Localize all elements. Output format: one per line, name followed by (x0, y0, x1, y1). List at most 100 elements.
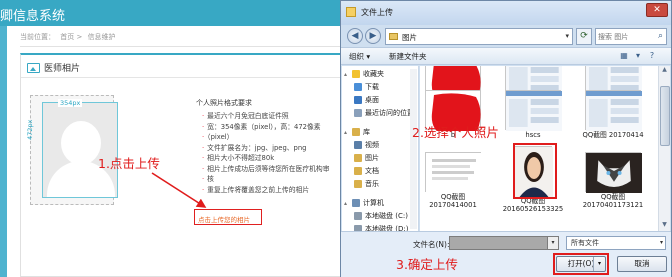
forward-button[interactable]: ▶ (365, 28, 381, 44)
chevron-down-icon[interactable]: ▾ (633, 51, 643, 61)
address-bar[interactable]: 图片 ▾ (385, 28, 573, 45)
step3-annotation: 3.确定上传 (396, 257, 458, 272)
file-item[interactable]: QQ截图 20170414001 (422, 152, 484, 209)
file-item[interactable]: QQ截图 20170414 (582, 90, 644, 139)
sidebar-item[interactable]: 音乐 (354, 178, 379, 190)
collapse-caret-icon[interactable]: ▴ (344, 129, 352, 136)
open-button-label: 打开(O) (567, 259, 595, 268)
chevron-down-icon[interactable]: ▾ (565, 32, 569, 40)
navigation-pane-scrollbar[interactable] (410, 69, 417, 229)
guide-item: 宽：354像素（pixel），高：472像素 (202, 122, 347, 133)
navigation-pane: ▴ 收藏夹 下载 桌面 最近访问的位置 ▴ 库视频 图片 文档 音乐 ▴ 计算机 本地磁盘 (C:) 本地… (342, 66, 419, 231)
dialog-titlebar[interactable]: 文件上传 ✕ (341, 1, 671, 25)
upload-photo-link[interactable]: 点击上传您的相片 (198, 214, 250, 224)
folder-icon (346, 7, 356, 17)
sidebar-item-label: 本地磁盘 (C:) (365, 212, 408, 220)
screenshot-thumbnail-icon (586, 91, 642, 131)
screenshot-thumbnail-icon (506, 91, 562, 131)
sidebar-item-label: 库 (363, 128, 370, 136)
sidebar-item[interactable]: ▴ 计算机 (344, 197, 384, 209)
back-button[interactable]: ◀ (347, 28, 363, 44)
desktop-icon (354, 96, 362, 104)
sidebar-item[interactable]: 本地磁盘 (C:) (354, 210, 408, 222)
breadcrumb-prefix: 当前位置： (20, 33, 55, 41)
sidebar-item[interactable]: 最近访问的位置 (354, 107, 414, 119)
open-dropdown-icon[interactable]: ▾ (593, 257, 605, 271)
card-header: 医师相片 (27, 61, 80, 74)
file-upload-dialog: 文件上传 ✕ ◀ ▶ 图片 ▾ ⟳ ⌕ 组织 ▾ 新建文件夹 ▦ ▾ ? ▴ 收藏… (340, 0, 672, 277)
chevron-down-icon: ▾ (659, 239, 663, 246)
scroll-up-icon[interactable]: ▲ (659, 66, 670, 76)
collapse-caret-icon[interactable]: ▴ (344, 71, 352, 78)
divider (20, 46, 340, 47)
collapse-caret-icon[interactable]: ▴ (344, 200, 352, 207)
scroll-down-icon[interactable]: ▼ (659, 221, 670, 231)
close-button[interactable]: ✕ (646, 3, 668, 17)
sidebar-item-label: 文档 (365, 167, 379, 175)
chevron-down-icon[interactable]: ▾ (547, 236, 559, 250)
sidebar-item[interactable]: ▴ 库 (344, 126, 370, 138)
documents-icon (354, 167, 362, 175)
search-box[interactable]: ⌕ (595, 28, 667, 45)
view-options-icon[interactable]: ▦ (619, 51, 629, 61)
dialog-footer: 文件名(N): ▾ 所有文件 ▾ 打开(O) ▾ 取消 (341, 231, 671, 277)
sidebar-item-label: 音乐 (365, 180, 379, 188)
filename-label: 文件名(N): (413, 240, 450, 249)
sidebar-item-label: 收藏夹 (363, 70, 384, 78)
guide-list: 最近六个月免冠白底证件照 宽：354像素（pixel），高：472像素 （pix… (202, 111, 347, 195)
sidebar-item-label: 最近访问的位置 (365, 109, 414, 117)
scrollbar-thumb[interactable] (660, 86, 670, 146)
file-name: QQ截图 20160526153325 (502, 197, 564, 213)
sidebar-item[interactable]: 文档 (354, 165, 379, 177)
dialog-toolbar: 组织 ▾ 新建文件夹 ▦ ▾ ? (341, 47, 671, 65)
music-icon (354, 180, 362, 188)
sidebar-item[interactable]: 视频 (354, 139, 379, 151)
picture-icon (27, 62, 40, 73)
file-name: hscs (525, 131, 541, 139)
file-item[interactable]: QQ截图 20170401173121 (582, 152, 644, 209)
file-thumbnail (585, 152, 642, 193)
sidebar-item[interactable]: ▴ 收藏夹 (344, 68, 384, 80)
sidebar-item-label: 本地磁盘 (D:) (365, 225, 409, 231)
library-icon (352, 128, 360, 136)
organize-menu[interactable]: 组织 ▾ (349, 51, 370, 62)
help-icon[interactable]: ? (647, 51, 657, 61)
recent-places-icon (354, 109, 362, 117)
cancel-button[interactable]: 取消 (617, 256, 667, 272)
avatar-head-icon (61, 121, 101, 165)
search-input[interactable] (598, 31, 652, 43)
pictures-icon (354, 154, 362, 162)
filetype-value: 所有文件 (571, 239, 599, 247)
sidebar-item-label: 下载 (365, 83, 379, 91)
sidebar-item[interactable]: 桌面 (354, 94, 379, 106)
guide-item: 文件扩展名为：jpg、jpeg、png (202, 143, 347, 154)
file-item[interactable]: hscs (502, 90, 564, 139)
new-folder-button[interactable]: 新建文件夹 (389, 51, 427, 62)
dialog-title: 文件上传 (361, 8, 393, 17)
download-folder-icon (354, 83, 362, 91)
star-icon (352, 70, 360, 78)
sidebar-item[interactable]: 图片 (354, 152, 379, 164)
refresh-button[interactable]: ⟳ (576, 28, 592, 45)
guide-title: 个人照片格式要求 (196, 99, 252, 107)
section-title: 医师相片 (44, 64, 81, 74)
sidebar-item[interactable]: 本地磁盘 (D:) (354, 223, 408, 231)
file-list-scrollbar[interactable]: ▲ ▼ (658, 66, 670, 231)
address-segment[interactable]: 图片 (402, 32, 417, 43)
open-button[interactable]: 打开(O) ▾ (556, 256, 606, 272)
guide-item: 相片上传成功后须等待您所在医疗机构审 (202, 164, 347, 175)
breadcrumb-home[interactable]: 首页 > (60, 33, 82, 41)
step2-annotation: 2.选择个人照片 (412, 125, 499, 140)
guide-item: 重复上传将覆盖您之前上传的相片 (202, 185, 347, 196)
app-title: 卿信息系统 (0, 9, 66, 24)
address-row: ◀ ▶ 图片 ▾ ⟳ ⌕ (345, 27, 669, 47)
step1-annotation: 1.点击上传 (98, 156, 160, 171)
file-thumbnail (585, 90, 642, 131)
file-name: QQ截图 20170414 (582, 131, 644, 139)
filename-input[interactable] (449, 236, 559, 250)
sidebar-item[interactable]: 下载 (354, 81, 379, 93)
filetype-select[interactable]: 所有文件 ▾ (566, 236, 666, 250)
left-nav-strip (0, 26, 7, 277)
document-thumbnail-icon (426, 153, 482, 193)
video-icon (354, 141, 362, 149)
